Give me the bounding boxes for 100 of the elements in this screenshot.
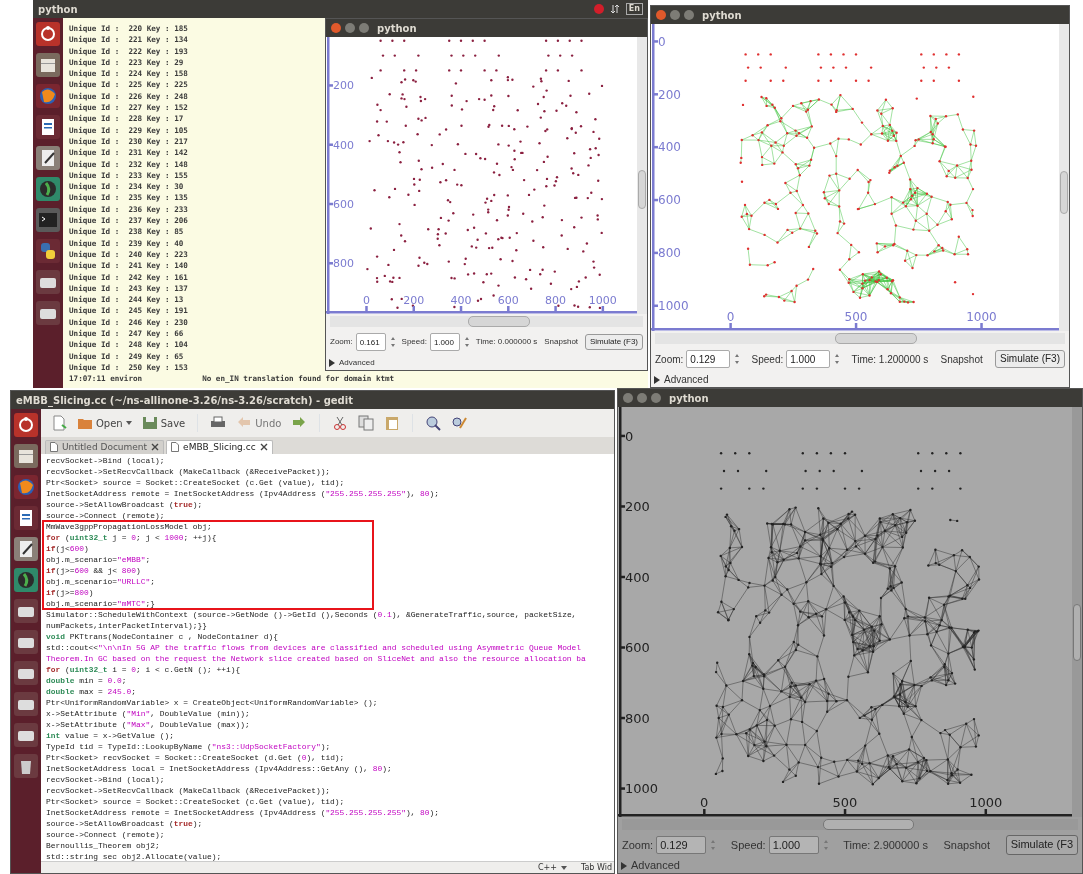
document-icon xyxy=(50,442,58,453)
speed-field[interactable]: 1.000 xyxy=(429,333,460,351)
close-button[interactable] xyxy=(623,393,633,403)
scrollbar-thumb[interactable] xyxy=(822,819,914,830)
time-readout: Time: 0.000000 s xyxy=(475,336,538,348)
globe-icon[interactable] xyxy=(36,177,60,201)
axis-tick-label: 400 xyxy=(625,569,650,585)
time-readout: Time: 2.900000 s xyxy=(843,837,928,853)
minimize-button[interactable] xyxy=(637,393,647,403)
snapshot-button[interactable]: Snapshot xyxy=(941,836,992,854)
circle-logo-icon[interactable] xyxy=(36,22,60,46)
scrollbar-thumb[interactable] xyxy=(1060,171,1068,215)
axis-tick-label: 800 xyxy=(658,246,681,261)
zoom-label: Zoom: xyxy=(330,336,353,348)
pencil-document-icon[interactable] xyxy=(14,537,38,561)
scrollbar-thumb[interactable] xyxy=(1073,603,1081,662)
time-readout: Time: 1.200000 s xyxy=(851,352,929,367)
zoom-field[interactable]: 0.129 xyxy=(686,350,731,368)
drive-icon[interactable] xyxy=(36,270,60,294)
axis-tick-label: 0 xyxy=(726,310,735,324)
drive-icon[interactable] xyxy=(14,723,38,747)
scrollbar-thumb[interactable] xyxy=(638,169,646,209)
snake-logo-icon[interactable] xyxy=(36,239,60,263)
axis-tick-label: 800 xyxy=(625,710,650,726)
globe-icon[interactable] xyxy=(14,568,38,592)
maximize-button[interactable] xyxy=(651,393,661,403)
replace-button[interactable] xyxy=(449,415,470,431)
caret-icon xyxy=(125,421,132,425)
advanced-expander[interactable]: Advanced xyxy=(654,372,709,387)
file-cabinet-icon[interactable] xyxy=(14,444,38,468)
copy-button[interactable] xyxy=(356,415,377,431)
speed-label: Speed: xyxy=(751,352,784,367)
drive-icon[interactable] xyxy=(36,301,60,325)
keyboard-layout-indicator[interactable]: En xyxy=(625,3,643,15)
window-title: python xyxy=(377,21,417,36)
axis-tick-label: 500 xyxy=(844,310,868,324)
simulate-button[interactable]: Simulate (F3) xyxy=(994,350,1065,368)
editor-tab[interactable]: Untitled Document xyxy=(45,439,165,454)
tab-width-selector[interactable]: Tab Wid xyxy=(580,861,612,873)
maximize-button[interactable] xyxy=(684,10,694,20)
axis-tick-label: 200 xyxy=(333,79,354,93)
minimize-button[interactable] xyxy=(345,23,355,33)
close-icon[interactable] xyxy=(151,443,160,452)
close-button[interactable] xyxy=(656,10,666,20)
browser-icon[interactable] xyxy=(36,84,60,108)
trash-icon[interactable] xyxy=(14,754,38,778)
expander-triangle-icon xyxy=(621,861,627,870)
speed-field[interactable]: 1.000 xyxy=(786,350,831,368)
axis-tick-label: 800 xyxy=(333,257,354,271)
file-cabinet-icon[interactable] xyxy=(36,53,60,77)
axis-tick-label: 0 xyxy=(625,428,634,444)
document-icon[interactable] xyxy=(14,506,38,530)
pencil-document-icon[interactable] xyxy=(36,146,60,170)
axis-tick-label: 1000 xyxy=(969,795,1003,810)
axis-tick-label: 0 xyxy=(700,795,709,810)
axis-tick-label: 0 xyxy=(658,34,666,49)
zoom-label: Zoom: xyxy=(655,352,684,367)
drive-icon[interactable] xyxy=(14,692,38,716)
drive-icon[interactable] xyxy=(14,661,38,685)
minimize-button[interactable] xyxy=(670,10,680,20)
drive-icon[interactable] xyxy=(14,599,38,623)
axis-tick-label: 600 xyxy=(658,193,681,208)
document-icon[interactable] xyxy=(36,115,60,139)
horizontal-scrollbar[interactable] xyxy=(622,819,1078,830)
vertical-scrollbar[interactable] xyxy=(1059,24,1069,331)
snapshot-button[interactable]: Snapshot xyxy=(938,351,985,367)
arrows-icon[interactable] xyxy=(609,4,620,14)
close-button[interactable] xyxy=(331,23,341,33)
simulate-button[interactable]: Simulate (F3) xyxy=(585,334,643,350)
horizontal-scrollbar[interactable] xyxy=(330,316,643,327)
record-dot-icon[interactable] xyxy=(593,4,604,14)
browser-icon[interactable] xyxy=(14,475,38,499)
vertical-scrollbar[interactable] xyxy=(1072,407,1082,817)
advanced-expander[interactable]: Advanced xyxy=(621,857,680,873)
snapshot-button[interactable]: Snapshot xyxy=(542,336,581,348)
speed-field[interactable]: 1.000 xyxy=(768,836,819,854)
expander-triangle-icon xyxy=(329,358,335,367)
scrollbar-thumb[interactable] xyxy=(835,333,918,344)
language-selector[interactable]: C++ xyxy=(537,861,567,873)
close-icon[interactable] xyxy=(259,443,268,452)
terminal-icon[interactable] xyxy=(36,208,60,232)
zoom-field[interactable]: 0.129 xyxy=(656,836,707,854)
scrollbar-thumb[interactable] xyxy=(467,316,531,327)
vertical-scrollbar[interactable] xyxy=(637,37,647,314)
copy-icon xyxy=(358,415,375,431)
axis-tick-label: 600 xyxy=(625,640,650,656)
window-title: python xyxy=(38,2,79,17)
axis-tick-label: 600 xyxy=(333,197,354,211)
save-button[interactable]: Save xyxy=(139,415,188,431)
simulate-button[interactable]: Simulate (F3 xyxy=(1005,835,1078,855)
drive-icon[interactable] xyxy=(14,630,38,654)
zoom-field[interactable]: 0.161 xyxy=(355,333,386,351)
circle-logo-icon[interactable] xyxy=(14,413,38,437)
save-icon xyxy=(141,415,158,431)
horizontal-scrollbar[interactable] xyxy=(655,333,1065,344)
axis-tick-label: 400 xyxy=(658,140,681,155)
open-button[interactable]: Open xyxy=(75,415,134,431)
advanced-expander[interactable]: Advanced xyxy=(329,356,375,369)
editor-tab[interactable]: eMBB_Slicing.cc xyxy=(166,439,273,454)
maximize-button[interactable] xyxy=(359,23,369,33)
